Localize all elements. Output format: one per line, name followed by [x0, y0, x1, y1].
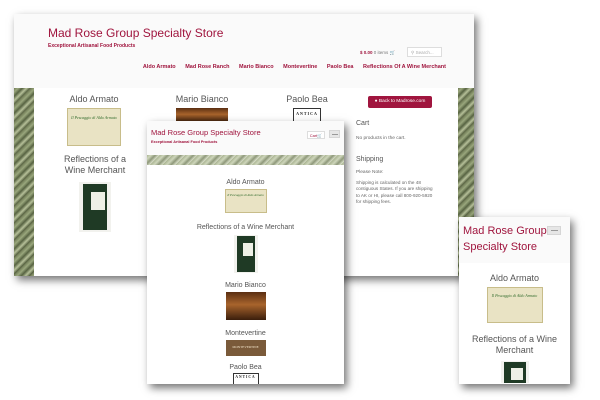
desktop-header: Mad Rose Group Specialty Store Exception… — [14, 14, 474, 89]
tablet-header: Mad Rose Group Specialty Store Exception… — [147, 121, 344, 155]
search-placeholder: Search... — [415, 50, 434, 55]
product-mario-bianco[interactable]: Mario Bianco — [162, 94, 242, 122]
site-title[interactable]: Mad Rose Group Specialty Store — [151, 128, 261, 137]
cart-icon: 🛒 — [389, 50, 396, 55]
product-title[interactable]: Mario Bianco — [147, 282, 344, 289]
antica-image-text: ANTICA — [235, 375, 256, 379]
nav-item-mad-rose-ranch[interactable]: Mad Rose Ranch — [185, 64, 229, 70]
cart-summary[interactable]: $ 0.00 0 items 🛒 — [360, 50, 395, 56]
product-reflections[interactable]: Reflections of a Wine Merchant — [147, 224, 344, 273]
shipping-heading: Shipping — [356, 156, 384, 163]
menu-toggle-icon — [331, 134, 338, 135]
shipping-text: Shipping is calculated on the 48 contigu… — [356, 180, 433, 206]
product-image-mario-bianco[interactable] — [176, 108, 228, 122]
site-title-line1[interactable]: Mad Rose Group — [463, 225, 547, 237]
cart-icon: 🛒 — [317, 133, 323, 138]
product-aldo-armato[interactable]: Aldo Armato Il Pescaggio di Aldo Armato — [147, 179, 344, 213]
menu-toggle-button[interactable] — [547, 226, 561, 235]
cart-heading: Cart — [356, 120, 370, 127]
mobile-header: Mad Rose Group Specialty Store — [459, 217, 570, 263]
book-label — [91, 192, 105, 210]
site-tagline: Exceptional Artisanal Food Products — [151, 140, 218, 144]
shipping-line: contiguous States. If you are shipping — [356, 186, 433, 192]
site-tagline: Exceptional Artisanal Food Products — [48, 43, 136, 49]
product-title-line2[interactable]: Merchant — [459, 345, 570, 356]
product-image-montevertine[interactable]: MONTEVERTINE — [225, 340, 266, 356]
product-title[interactable]: Montevertine — [147, 330, 344, 337]
menu-toggle-icon — [550, 230, 558, 231]
product-title[interactable]: Aldo Armato — [147, 179, 344, 186]
product-mario-bianco[interactable]: Mario Bianco — [147, 282, 344, 320]
product-image-aldo-armato[interactable]: Il Pescaggio di Aldo Armato — [486, 287, 543, 323]
search-icon: ⚲ — [411, 50, 415, 55]
background-olive-strip — [147, 155, 344, 165]
cart-button[interactable]: Cart🛒 — [307, 131, 325, 139]
book-label — [510, 368, 523, 380]
product-image-mario-bianco[interactable] — [225, 292, 266, 320]
product-aldo-armato[interactable]: Aldo Armato Il Pescaggio di Aldo Armato — [56, 94, 132, 146]
product-title[interactable]: Aldo Armato — [56, 94, 132, 104]
nav-item-mario-bianco[interactable]: Mario Bianco — [239, 64, 274, 70]
product-title-line1[interactable]: Reflections of a Wine — [459, 334, 570, 345]
site-title[interactable]: Mad Rose Group Specialty Store — [48, 26, 223, 40]
shipping-line: for shipping fees. — [356, 199, 391, 205]
book-label — [242, 243, 253, 256]
product-aldo-armato[interactable]: Aldo Armato Il Pescaggio di Aldo Armato — [459, 273, 570, 323]
wine-image-text: MONTEVERTINE — [232, 345, 259, 349]
product-paolo-bea[interactable]: Paolo Bea ANTICA — [272, 94, 342, 122]
menu-toggle-button[interactable] — [329, 130, 340, 138]
mobile-frame: Mad Rose Group Specialty Store Aldo Arma… — [459, 217, 570, 384]
product-image-reflections[interactable] — [79, 182, 111, 232]
logo-image-text: Il Pescaggio di Aldo Armato — [491, 293, 538, 298]
cart-empty-text: No products in the cart. — [356, 136, 406, 141]
product-title-line2[interactable]: Wine Merchant — [52, 165, 138, 176]
nav-item-montevertine[interactable]: Montevertine — [283, 64, 317, 70]
product-title[interactable]: Mario Bianco — [162, 94, 242, 104]
product-title[interactable]: Aldo Armato — [459, 273, 570, 283]
back-button-label: Back to Madrose.com — [378, 99, 426, 104]
background-left-olive — [14, 88, 34, 276]
product-image-paolo-bea[interactable]: ANTICA — [232, 373, 259, 384]
site-title-line2[interactable]: Specialty Store — [463, 241, 537, 253]
product-image-paolo-bea[interactable]: ANTICA — [293, 108, 321, 122]
antica-image-text: ANTICA — [296, 111, 318, 116]
product-reflections[interactable]: Reflections of a Wine Merchant — [52, 154, 138, 232]
main-nav: Aldo Armato Mad Rose Ranch Mario Bianco … — [14, 64, 446, 70]
nav-item-aldo-armato[interactable]: Aldo Armato — [143, 64, 176, 70]
logo-image-text: Il Pescaggio di Aldo Armato — [71, 115, 117, 120]
search-input[interactable]: ⚲ Search... — [407, 47, 442, 57]
cart-total: $ 0.00 — [360, 50, 373, 55]
product-reflections[interactable]: Reflections of a Wine Merchant — [459, 334, 570, 383]
back-to-madrose-button[interactable]: ● Back to Madrose.com — [368, 96, 432, 108]
cart-items-count: 0 items — [373, 50, 389, 55]
product-title[interactable]: Reflections of a Wine Merchant — [147, 224, 344, 231]
shipping-note: Please Note: — [356, 170, 384, 175]
product-title[interactable]: Paolo Bea — [147, 364, 344, 371]
product-paolo-bea[interactable]: Paolo Bea ANTICA — [147, 364, 344, 384]
product-image-reflections[interactable] — [233, 235, 258, 273]
nav-item-reflections[interactable]: Reflections Of A Wine Merchant — [363, 64, 446, 70]
nav-item-paolo-bea[interactable]: Paolo Bea — [327, 64, 354, 70]
product-montevertine[interactable]: Montevertine MONTEVERTINE — [147, 330, 344, 356]
product-image-aldo-armato[interactable]: Il Pescaggio di Aldo Armato — [224, 189, 267, 213]
product-title-line1[interactable]: Reflections of a — [52, 154, 138, 165]
logo-image-text: Il Pescaggio di Aldo Armato — [227, 193, 264, 197]
product-image-reflections[interactable] — [500, 361, 529, 383]
tablet-frame: Mad Rose Group Specialty Store Exception… — [147, 121, 344, 384]
home-icon: ● — [374, 99, 378, 104]
product-title[interactable]: Paolo Bea — [272, 94, 342, 104]
product-image-aldo-armato[interactable]: Il Pescaggio di Aldo Armato — [67, 108, 121, 146]
